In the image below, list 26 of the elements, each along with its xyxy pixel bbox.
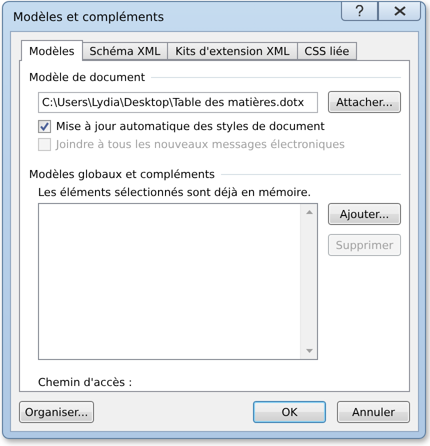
dialog-button[interactable]: OK <box>253 401 326 423</box>
attach-button[interactable]: Attacher... <box>328 91 401 113</box>
close-button[interactable] <box>378 2 421 21</box>
help-icon <box>355 5 364 17</box>
close-icon <box>394 6 406 16</box>
memory-note: Les éléments sélectionnés sont déjà en mémoire. <box>37 186 312 199</box>
tab[interactable]: CSS liée <box>296 42 358 60</box>
templates-list[interactable] <box>38 203 318 360</box>
scroll-up-icon <box>306 210 312 214</box>
scroll-down-icon <box>306 349 312 353</box>
window-title: Modèles et compléments <box>13 10 164 24</box>
checkbox[interactable] <box>38 120 51 132</box>
tab[interactable]: Kits d'extension XML <box>167 42 298 60</box>
dialog-button[interactable]: Annuler <box>337 401 410 423</box>
group-heading: Modèles globaux et compléments <box>29 168 215 180</box>
template-path-field[interactable]: C:\Users\Lydia\Desktop\Table des matières.dotx <box>38 92 318 112</box>
list-action-button[interactable]: Ajouter... <box>328 203 401 225</box>
scrollbar[interactable] <box>300 204 317 359</box>
checkbox-label: Mise à jour automatique des styles de document <box>56 120 325 132</box>
tab[interactable]: Modèles <box>21 40 83 61</box>
group-heading: Modèle de document <box>29 70 146 84</box>
tab[interactable]: Schéma XML <box>82 42 168 60</box>
help-button[interactable] <box>341 2 378 21</box>
path-label: Chemin d'accès : <box>37 376 134 389</box>
checkbox-label: Joindre à tous les nouveaux messages électroniques <box>56 138 345 150</box>
dialog-button[interactable]: Organiser... <box>19 401 94 423</box>
